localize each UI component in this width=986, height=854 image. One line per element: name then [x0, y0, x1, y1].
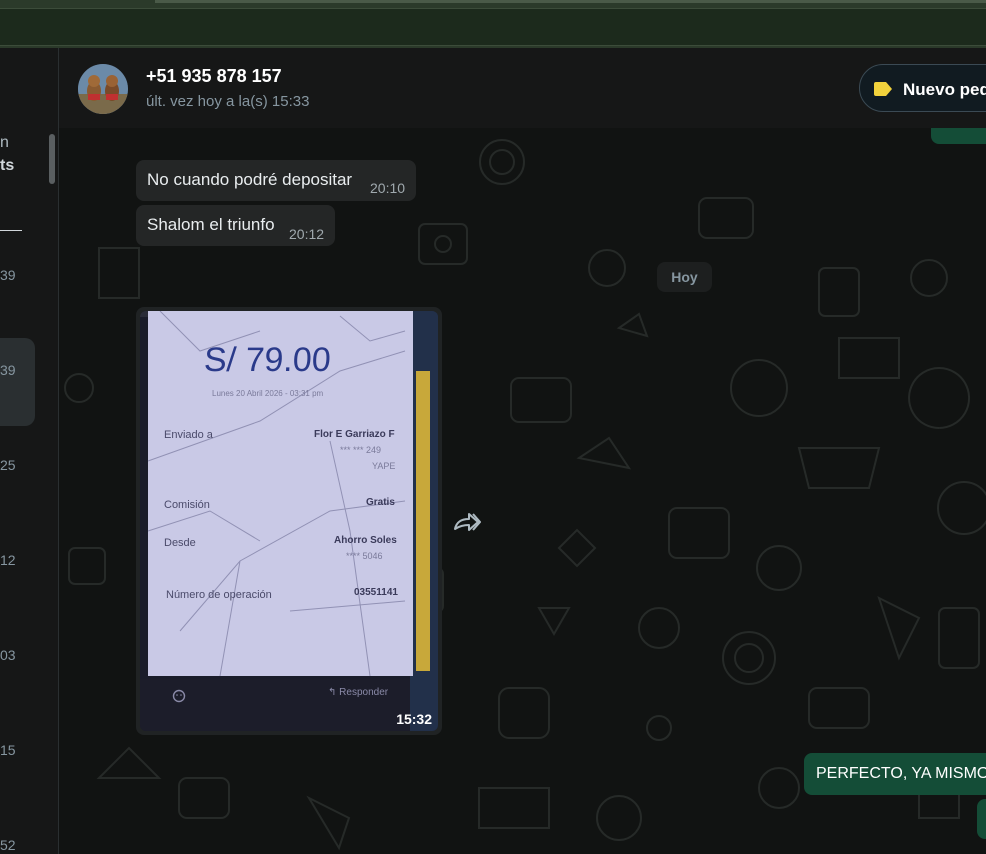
receipt-sent-to-label: Enviado a — [164, 429, 213, 441]
contact-last-seen: últ. vez hoy a la(s) 15:33 — [146, 93, 310, 110]
chat-list-item-time: 15 — [0, 742, 16, 758]
chat-header[interactable]: +51 935 878 157 últ. vez hoy a la(s) 15:… — [59, 48, 986, 128]
message-time: 20:10 — [370, 180, 406, 196]
outgoing-message-bubble[interactable]: PERFECTO, YA MISMO — [804, 753, 986, 795]
contact-avatar[interactable] — [78, 64, 128, 114]
chat-list-item-time: 39 — [0, 362, 16, 378]
incoming-message-bubble[interactable]: No cuando podré depositar 20:10 — [136, 160, 416, 201]
receipt-date: Lunes 20 Abril 2026 - 03:31 pm — [212, 389, 324, 398]
new-order-label: Nuevo ped — [903, 80, 986, 99]
forward-arrow-icon[interactable] — [453, 511, 481, 535]
chat-list-item-time: 03 — [0, 647, 16, 663]
chat-list-item-time: 52 — [0, 837, 16, 853]
chat-list-divider — [0, 230, 22, 231]
chat-list-scrollbar[interactable] — [49, 134, 55, 184]
receipt-reply-label: ↰ Responder — [328, 687, 388, 698]
chat-list-cut-text: ts — [0, 157, 15, 174]
receipt-from-label: Desde — [164, 537, 196, 549]
receipt-fee-label: Comisión — [164, 499, 210, 511]
message-text: No cuando podré depositar — [147, 170, 353, 189]
chat-list-item-selected[interactable] — [0, 338, 35, 426]
outgoing-message-bubble[interactable] — [977, 799, 986, 839]
receipt-sent-to-number: *** *** 249 — [340, 445, 382, 455]
image-message-time: 15:32 — [396, 711, 432, 727]
browser-toolbar — [0, 8, 986, 46]
outgoing-message-bubble[interactable] — [931, 128, 986, 144]
message-text: Shalom el triunfo — [147, 215, 275, 234]
browser-top-bar — [0, 0, 986, 48]
incoming-message-bubble[interactable]: Shalom el triunfo 20:12 — [136, 205, 335, 246]
contact-name[interactable]: +51 935 878 157 — [146, 66, 282, 87]
receipt-from-account: Ahorro Soles — [334, 535, 397, 546]
conversation-panel[interactable]: No cuando podré depositar 20:10 Shalom e… — [59, 128, 986, 854]
chat-list-panel[interactable]: n ts 39 39 25 12 03 15 52 — [0, 48, 59, 854]
message-time: 20:12 — [289, 226, 325, 242]
label-tag-icon — [874, 82, 892, 96]
browser-tab-strip — [155, 0, 986, 3]
new-order-button[interactable]: Nuevo ped — [859, 64, 986, 112]
receipt-from-number: **** 5046 — [346, 551, 383, 561]
chat-list-cut-text: n — [0, 134, 9, 151]
receipt-sent-to-app: YAPE — [372, 461, 396, 471]
image-thumbnail[interactable]: S/ 79.00 Lunes 20 Abril 2026 - 03:31 pm … — [140, 311, 438, 731]
incoming-image-message[interactable]: S/ 79.00 Lunes 20 Abril 2026 - 03:31 pm … — [136, 307, 442, 735]
reply-arrow-icon: ↰ — [328, 687, 340, 698]
day-separator-chip: Hoy — [657, 262, 712, 292]
chat-list-item-time: 25 — [0, 457, 16, 473]
receipt-emoji-icon — [172, 689, 186, 703]
receipt-sent-to-name: Flor E Garriazo F — [314, 429, 395, 440]
receipt-operation-value: 03551141 — [354, 587, 398, 598]
receipt-reply-text: Responder — [339, 687, 389, 698]
chat-list-item-time: 39 — [0, 267, 16, 283]
receipt-fee-value: Gratis — [366, 497, 395, 508]
receipt-amount: S/ 79.00 — [203, 341, 332, 379]
receipt-operation-label: Número de operación — [166, 589, 272, 601]
message-text: PERFECTO, YA MISMO — [816, 765, 986, 782]
chat-list-item-time: 12 — [0, 552, 16, 568]
